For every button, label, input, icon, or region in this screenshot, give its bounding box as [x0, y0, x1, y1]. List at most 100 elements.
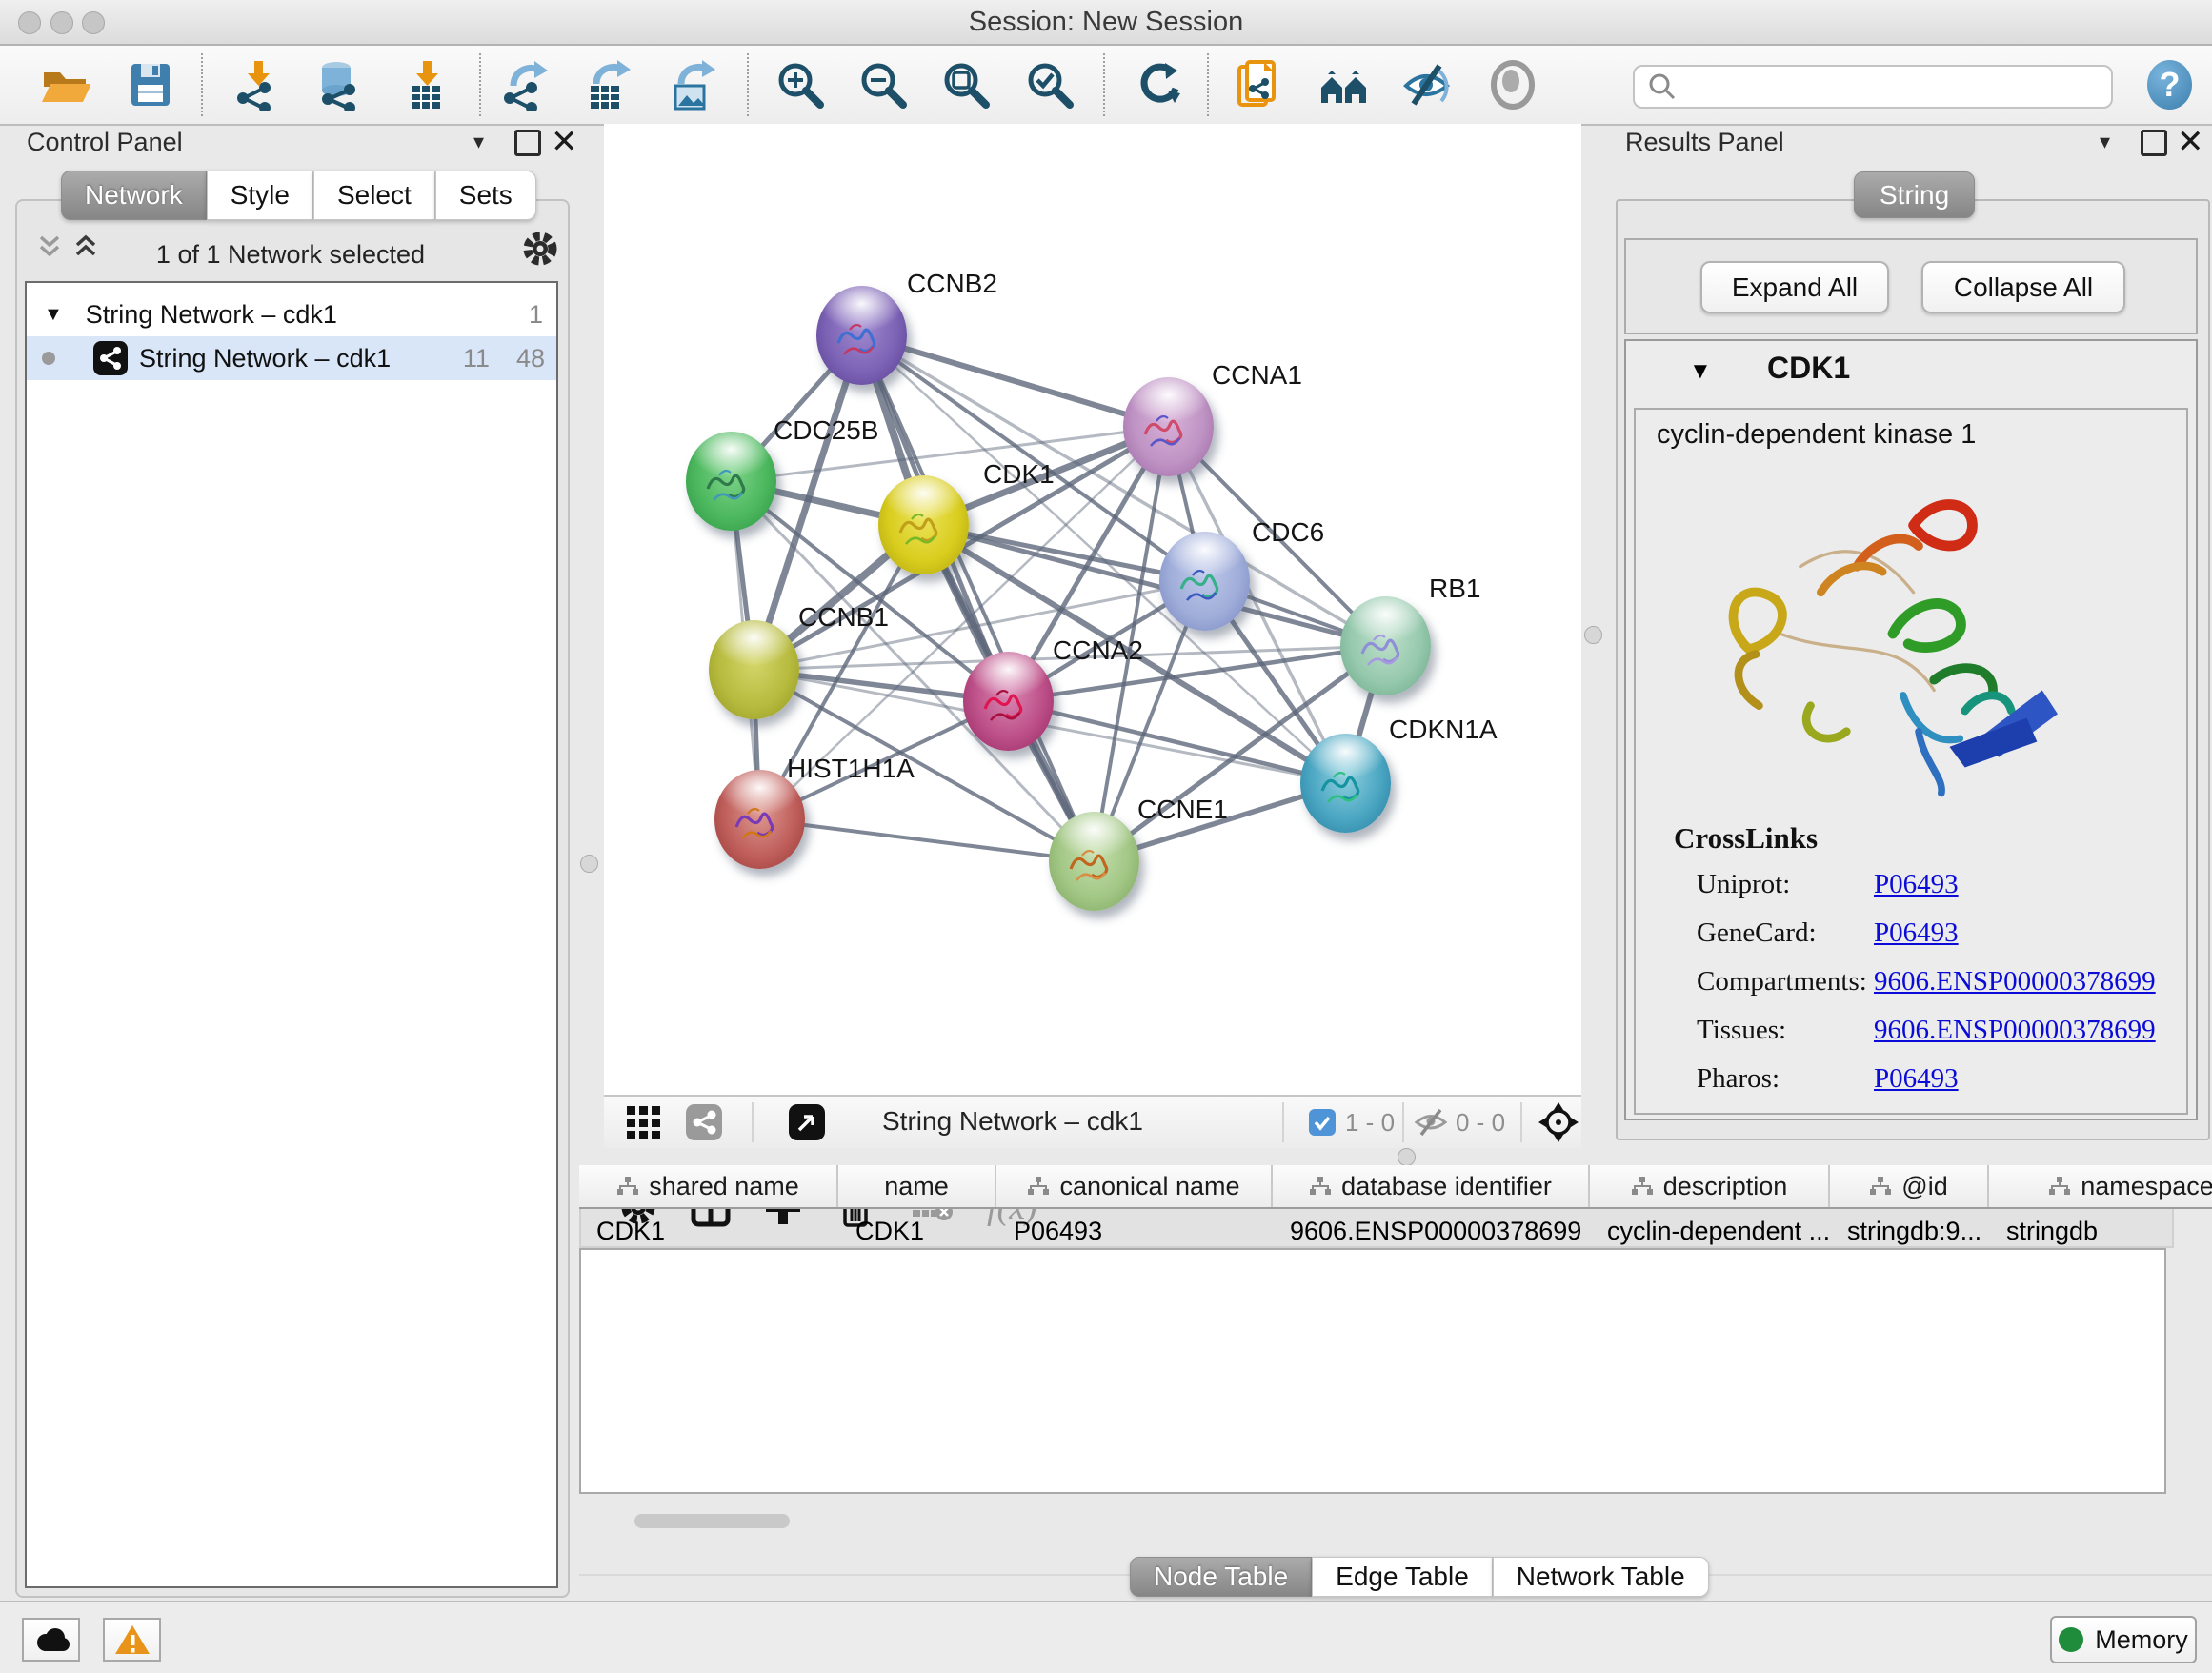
- selected-checkbox-icon[interactable]: [1309, 1109, 1336, 1136]
- zoom-fit-icon[interactable]: [940, 59, 992, 111]
- network-node-CCNB1[interactable]: [709, 620, 799, 719]
- warnings-button[interactable]: [103, 1618, 161, 1662]
- network-node-CDKN1A[interactable]: [1300, 734, 1391, 833]
- crosslink-label: Tissues:: [1697, 1015, 1786, 1045]
- bottom-splitter-handle[interactable]: [1398, 1148, 1416, 1166]
- title-bar: Session: New Session: [0, 0, 2212, 46]
- search-field[interactable]: [1633, 65, 2113, 109]
- collapse-all-button[interactable]: Collapse All: [1921, 261, 2125, 313]
- network-options-gear-icon[interactable]: [520, 229, 560, 269]
- node-label-CDKN1A: CDKN1A: [1389, 715, 1498, 745]
- memory-button[interactable]: Memory: [2050, 1616, 2197, 1663]
- panel-close-icon[interactable]: ✕: [2177, 131, 2204, 152]
- crosslink-value-link[interactable]: P06493: [1874, 869, 1959, 900]
- network-node-CCNB2[interactable]: [816, 286, 907, 385]
- node-label-RB1: RB1: [1429, 574, 1480, 604]
- entry-expander-icon[interactable]: ▼: [1689, 358, 1712, 385]
- panel-float-icon[interactable]: [514, 130, 541, 156]
- cloud-icon: [32, 1626, 70, 1653]
- hide-glyphs-eye-icon[interactable]: [1401, 59, 1453, 111]
- network-node-CCNA2[interactable]: [963, 652, 1054, 751]
- tab-style[interactable]: Style: [207, 171, 313, 220]
- cloud-status-button[interactable]: [22, 1618, 80, 1662]
- network-node-HIST1H1A[interactable]: [714, 770, 805, 869]
- tab-select[interactable]: Select: [313, 171, 435, 220]
- birds-eye-toggle-icon[interactable]: [789, 1104, 825, 1140]
- export-network-icon[interactable]: [498, 59, 550, 111]
- home-string-icon[interactable]: [1318, 59, 1370, 111]
- tab-sets[interactable]: Sets: [435, 171, 536, 220]
- import-network-icon[interactable]: [231, 59, 283, 111]
- save-session-icon[interactable]: [125, 59, 176, 111]
- refresh-icon[interactable]: [1133, 59, 1184, 111]
- protein-squiggle-icon: [1174, 556, 1235, 617]
- help-button[interactable]: ?: [2147, 60, 2192, 110]
- table-tabs: Node TableEdge TableNetwork Table: [1130, 1557, 1709, 1597]
- crosslink-value-link[interactable]: 9606.ENSP00000378699: [1874, 1015, 2156, 1046]
- crosslink-label: Compartments:: [1697, 966, 1867, 997]
- panel-close-icon[interactable]: ✕: [551, 131, 578, 152]
- node-label-CCNA1: CCNA1: [1212, 360, 1302, 391]
- network-share-icon[interactable]: [686, 1104, 722, 1140]
- crosslink-value-link[interactable]: 9606.ENSP00000378699: [1874, 966, 2156, 998]
- collection-expander-icon[interactable]: ▼: [44, 304, 63, 326]
- network-node-CCNA1[interactable]: [1123, 377, 1214, 476]
- node-table[interactable]: shared namenamecanonical namedatabase id…: [579, 1248, 2166, 1494]
- crosslink-value-link[interactable]: P06493: [1874, 917, 1959, 949]
- network-node-CDC6[interactable]: [1159, 532, 1250, 631]
- import-database-icon[interactable]: [312, 59, 364, 111]
- table-row[interactable]: CDK1CDK1P064939606.ENSP00000378699cyclin…: [579, 1248, 2166, 1253]
- network-edge: [861, 335, 1168, 427]
- export-table-icon[interactable]: [581, 59, 633, 111]
- panel-float-icon[interactable]: [2141, 130, 2167, 156]
- expand-all-button[interactable]: Expand All: [1700, 261, 1889, 313]
- protein-squiggle-icon: [1355, 621, 1416, 682]
- network-edge: [759, 819, 1094, 861]
- protein-squiggle-icon: [893, 500, 954, 561]
- horizontal-scrollbar-thumb[interactable]: [634, 1514, 790, 1528]
- panel-menu-icon[interactable]: ▾: [2100, 130, 2110, 154]
- network-edge-count: 48: [516, 344, 545, 373]
- table-cell-name[interactable]: CDK1: [838, 1248, 996, 1253]
- tab-node-table[interactable]: Node Table: [1130, 1557, 1312, 1597]
- zoom-selected-icon[interactable]: [1024, 59, 1076, 111]
- table-cell-database-identifier[interactable]: 9606.ENSP00000378699: [1273, 1248, 1590, 1253]
- export-image-icon[interactable]: [666, 59, 717, 111]
- protein-squiggle-icon: [729, 795, 790, 856]
- table-cell--id[interactable]: stringdb:9...: [1830, 1248, 1989, 1253]
- network-node-RB1[interactable]: [1340, 596, 1431, 695]
- zoom-out-icon[interactable]: [857, 59, 909, 111]
- crosslink-value-link[interactable]: P06493: [1874, 1063, 1959, 1095]
- left-splitter-handle[interactable]: [580, 855, 598, 873]
- protein-squiggle-icon: [977, 676, 1038, 737]
- table-cell-namespace[interactable]: stringdb: [1989, 1248, 2166, 1253]
- tab-edge-table[interactable]: Edge Table: [1312, 1557, 1493, 1597]
- network-selected-status: 1 of 1 Network selected: [25, 240, 556, 270]
- network-canvas[interactable]: CCNB2CCNA1CDC25BCDK1CDC6RB1CCNB1CCNA2CDK…: [604, 124, 1581, 1095]
- graphics-detail-eye-icon[interactable]: [1487, 59, 1538, 111]
- network-node-CDC25B[interactable]: [686, 432, 776, 531]
- network-node-CCNE1[interactable]: [1049, 812, 1139, 911]
- table-cell-shared-name[interactable]: CDK1: [579, 1248, 838, 1253]
- zoom-in-icon[interactable]: [774, 59, 826, 111]
- expand-collapse-box: Expand All Collapse All: [1624, 238, 2198, 334]
- panel-menu-icon[interactable]: ▾: [473, 130, 484, 154]
- search-input[interactable]: [1686, 71, 2111, 103]
- tab-network[interactable]: Network: [61, 171, 207, 220]
- fit-selected-crosshair-icon[interactable]: [1538, 1101, 1579, 1143]
- grid-view-icon[interactable]: [627, 1106, 660, 1139]
- network-row[interactable]: String Network – cdk1 11 48: [27, 336, 556, 380]
- open-session-icon[interactable]: [39, 59, 90, 111]
- share-document-icon[interactable]: [1234, 59, 1285, 111]
- right-splitter-handle[interactable]: [1584, 626, 1602, 644]
- crosslink-row-genecard-: GeneCard:P06493: [1697, 917, 1817, 949]
- network-node-CDK1[interactable]: [878, 475, 969, 574]
- crosslink-row-tissues-: Tissues:9606.ENSP00000378699: [1697, 1015, 1786, 1046]
- import-table-icon[interactable]: [400, 59, 452, 111]
- tab-network-table[interactable]: Network Table: [1493, 1557, 1709, 1597]
- network-collection-row[interactable]: ▼ String Network – cdk1 1: [27, 292, 556, 336]
- table-cell-canonical-name[interactable]: P06493: [996, 1248, 1273, 1253]
- tab-string[interactable]: String: [1854, 171, 1975, 218]
- hidden-eye-icon[interactable]: [1414, 1107, 1448, 1138]
- table-cell-description[interactable]: cyclin-dependent ...: [1590, 1248, 1830, 1253]
